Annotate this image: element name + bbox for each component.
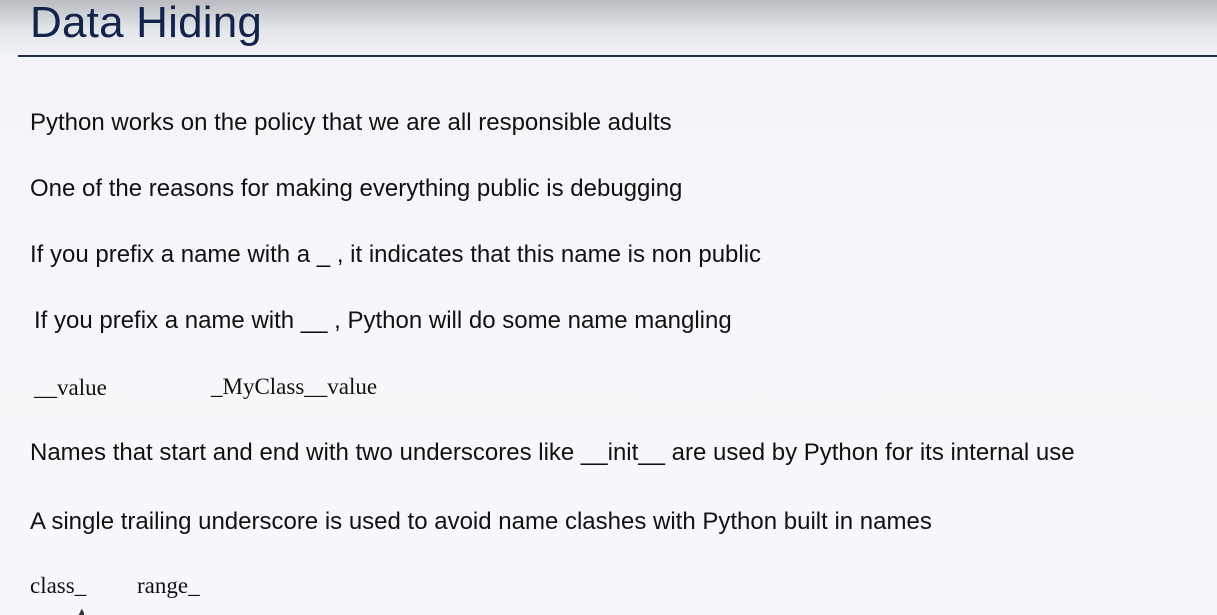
bullet-single-prefix: If you prefix a name with a _ , it indic… bbox=[30, 241, 762, 268]
bullet-double-prefix: If you prefix a name with __ , Python wi… bbox=[34, 307, 732, 334]
mangling-original-name: __value bbox=[34, 375, 107, 400]
mouse-pointer-icon: ▲ bbox=[78, 608, 84, 615]
slide-title: Data Hiding bbox=[30, 0, 263, 47]
bullet-dunder-names: Names that start and end with two unders… bbox=[30, 439, 1075, 466]
trailing-example-range: range_ bbox=[137, 573, 200, 598]
bullet-debugging: One of the reasons for making everything… bbox=[30, 175, 683, 202]
title-divider bbox=[18, 55, 1217, 57]
bullet-trailing-underscore: A single trailing underscore is used to … bbox=[30, 508, 932, 535]
mangling-result-name: _MyClass__value bbox=[211, 374, 378, 399]
bullet-policy: Python works on the policy that we are a… bbox=[30, 109, 672, 136]
trailing-example-class: class_ bbox=[30, 573, 87, 598]
